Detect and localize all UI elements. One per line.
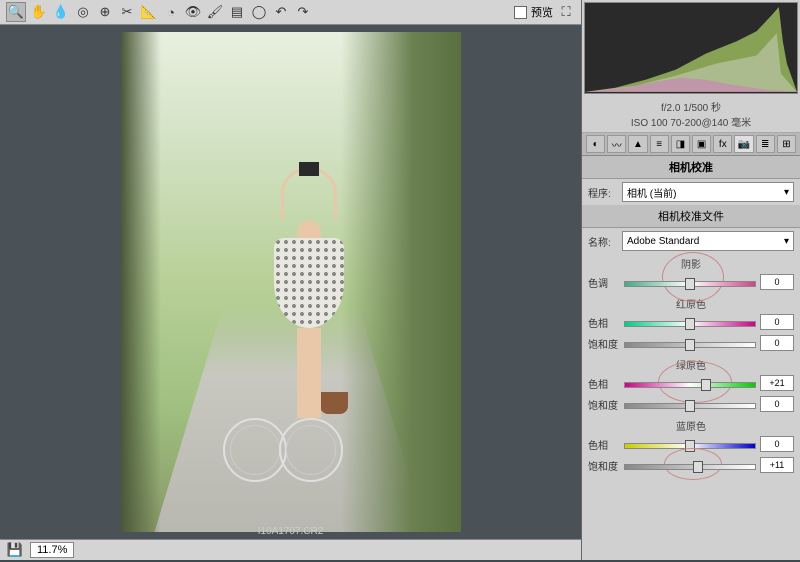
shadow-tint-value[interactable]: 0 [760,274,794,290]
green-sat-label: 饱和度 [588,397,620,412]
redeye-tool-icon[interactable]: 👁 [184,3,202,21]
red-hue-slider[interactable] [624,317,756,327]
blue-sat-label: 饱和度 [588,458,620,473]
tab-lens-icon[interactable]: ▣ [692,135,711,153]
green-hue-value[interactable]: +21 [760,375,794,391]
profile-label: 程序: [588,185,618,200]
spot-removal-icon[interactable]: ◔ [162,3,180,21]
right-panel: f/2.0 1/500 秒 ISO 100 70-200@140 毫米 ◐ 〰 … [581,0,800,560]
panel-title: 相机校准 [582,156,800,179]
blue-sat-value[interactable]: +11 [760,457,794,473]
tab-snapshot-icon[interactable]: ⊞ [777,135,796,153]
wb-section-title: 相机校准文件 [582,205,800,228]
profile-select[interactable]: 相机 (当前)▾ [622,182,794,202]
red-title: 红原色 [582,294,800,313]
save-icon[interactable]: 💾 [6,541,24,559]
blue-hue-value[interactable]: 0 [760,436,794,452]
red-sat-label: 饱和度 [588,336,620,351]
fullscreen-icon[interactable]: ⛶ [557,3,575,21]
bottom-bar: 💾 11.7% [0,539,581,560]
tab-detail-icon[interactable]: ▲ [628,135,647,153]
tab-basic-icon[interactable]: ◐ [586,135,605,153]
tab-presets-icon[interactable]: ≣ [756,135,775,153]
crop-tool-icon[interactable]: ✂ [118,3,136,21]
blue-hue-slider[interactable] [624,439,756,449]
blue-title: 蓝原色 [582,416,800,435]
color-sampler-icon[interactable]: ◎ [74,3,92,21]
panel-tabs: ◐ 〰 ▲ ≡ ◨ ▣ fx 📷 ≣ ⊞ [582,133,800,156]
tab-fx-icon[interactable]: fx [713,135,732,153]
wb-tool-icon[interactable]: 💧 [52,3,70,21]
red-sat-slider[interactable] [624,338,756,348]
shadow-tint-label: 色调 [588,275,620,290]
adjustment-brush-icon[interactable]: 🖌 [206,3,224,21]
green-sat-value[interactable]: 0 [760,396,794,412]
filename-label: I10A1707.CR2 [258,526,324,537]
hand-tool-icon[interactable]: ✋ [30,3,48,21]
zoom-tool-icon[interactable]: 🔍 [6,2,26,22]
green-sat-slider[interactable] [624,399,756,409]
blue-sat-slider[interactable] [624,460,756,470]
photo-preview [121,32,461,532]
red-hue-label: 色相 [588,315,620,330]
preview-label: 预览 [531,4,553,20]
preview-checkbox[interactable] [514,6,527,19]
target-adjust-icon[interactable]: ⊕ [96,3,114,21]
tab-curve-icon[interactable]: 〰 [607,135,626,153]
red-hue-value[interactable]: 0 [760,314,794,330]
green-hue-label: 色相 [588,376,620,391]
radial-filter-icon[interactable]: ◯ [250,3,268,21]
rotate-right-icon[interactable]: ↷ [294,3,312,21]
blue-hue-label: 色相 [588,437,620,452]
tab-split-icon[interactable]: ◨ [671,135,690,153]
red-sat-value[interactable]: 0 [760,335,794,351]
straighten-tool-icon[interactable]: 📐 [140,3,158,21]
green-hue-slider[interactable] [624,378,756,388]
graduated-filter-icon[interactable]: ▤ [228,3,246,21]
green-title: 绿原色 [582,355,800,374]
rotate-left-icon[interactable]: ↶ [272,3,290,21]
top-toolbar: 🔍 ✋ 💧 ◎ ⊕ ✂ 📐 ◔ 👁 🖌 ▤ ◯ ↶ ↷ 预览 ⛶ [0,0,581,25]
shadow-tint-slider[interactable] [624,277,756,287]
tab-hsl-icon[interactable]: ≡ [650,135,669,153]
zoom-level[interactable]: 11.7% [30,542,74,558]
tab-camera-icon[interactable]: 📷 [734,135,753,153]
image-canvas[interactable]: I10A1707.CR2 [0,25,581,539]
histogram[interactable] [584,2,798,94]
exif-info: f/2.0 1/500 秒 ISO 100 70-200@140 毫米 [582,96,800,133]
shadows-title: 阴影 [582,254,800,273]
preset-label: 名称: [588,234,618,249]
preset-select[interactable]: Adobe Standard▾ [622,231,794,251]
